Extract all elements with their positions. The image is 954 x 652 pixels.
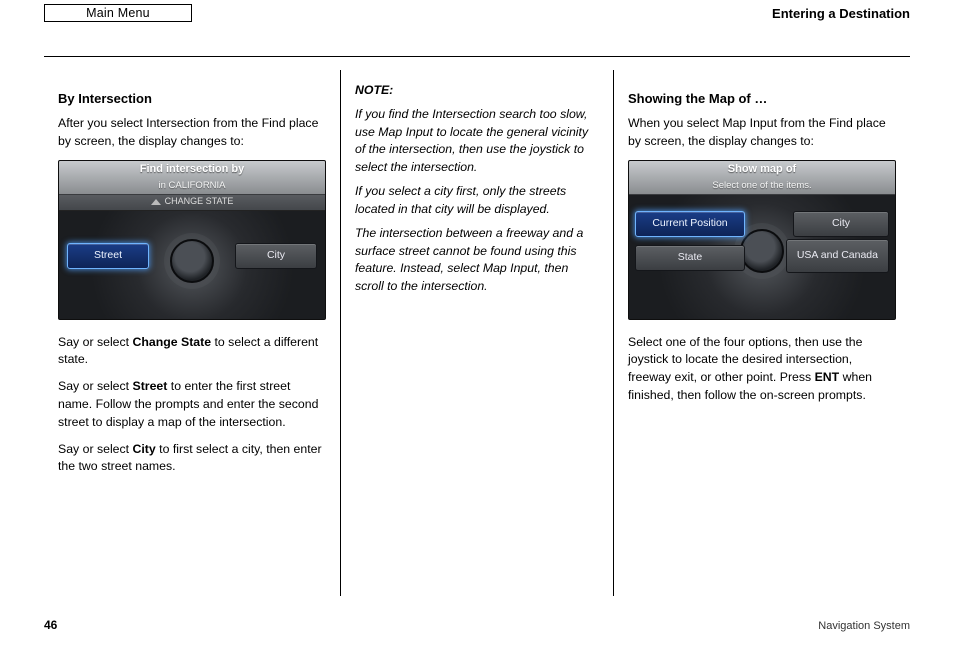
device-subtitle-b: Select one of the items. [712,179,811,193]
device-find-intersection: Find intersection by in CALIFORNIA CHANG… [58,160,326,320]
street-button[interactable]: Street [67,243,149,269]
col1-intro: After you select Intersection from the F… [58,115,326,151]
current-position-button[interactable]: Current Position [635,211,745,237]
device-title-2: in CALIFORNIA [158,179,225,193]
t-b: Change State [133,335,212,349]
note-3: The intersection between a freeway and a… [355,225,599,296]
t-b: ENT [815,370,840,384]
note-block: NOTE: If you find the Intersection searc… [355,82,599,296]
note-1: If you find the Intersection search too … [355,106,599,177]
col3-intro: When you select Map Input from the Find … [628,115,896,151]
page-number: 46 [44,618,57,632]
change-state-bar[interactable]: CHANGE STATE [59,195,325,211]
footer-text: Navigation System [818,620,910,632]
heading-intersection: By Intersection [58,90,326,109]
col3-p1: Select one of the four options, then use… [628,334,896,405]
state-button[interactable]: State [635,245,745,271]
page-title: Entering a Destination [772,6,910,21]
main-menu-box[interactable]: Main Menu [44,4,192,22]
device-title-b1: Show map of [728,162,796,178]
t: Say or select [58,442,133,456]
dial-icon-b [740,229,784,273]
t-b: Street [133,379,168,393]
col-right: Showing the Map of … When you select Map… [614,70,910,596]
triangle-up-icon [151,199,161,205]
col1-p2: Say or select Street to enter the first … [58,378,326,431]
device-title-1: Find intersection by [140,162,245,178]
col1-p3: Say or select City to first select a cit… [58,441,326,477]
note-label: NOTE: [355,83,393,97]
device-titlebar-b: Show map of Select one of the items. [629,161,895,195]
col-middle: NOTE: If you find the Intersection searc… [340,70,614,596]
device-body: Street City [59,211,325,319]
city-button[interactable]: City [235,243,317,269]
device-show-map: Show map of Select one of the items. Cur… [628,160,896,320]
device-body-b: Current Position City State USA and Cana… [629,195,895,319]
dial-icon [170,239,214,283]
main-menu-label: Main Menu [86,6,150,20]
t: Say or select [58,335,133,349]
note-2: If you select a city first, only the str… [355,183,599,219]
t: Say or select [58,379,133,393]
city-button-b[interactable]: City [793,211,889,237]
t-b: City [133,442,156,456]
col1-p1: Say or select Change State to select a d… [58,334,326,370]
columns: By Intersection After you select Interse… [44,70,910,596]
usa-canada-button[interactable]: USA and Canada [786,239,889,273]
col-left: By Intersection After you select Interse… [44,70,340,596]
top-row: Main Menu Entering a Destination [44,4,910,24]
heading-showmap: Showing the Map of … [628,90,896,109]
device-titlebar: Find intersection by in CALIFORNIA [59,161,325,195]
rule-top [44,56,910,57]
change-state-label: CHANGE STATE [165,195,234,208]
